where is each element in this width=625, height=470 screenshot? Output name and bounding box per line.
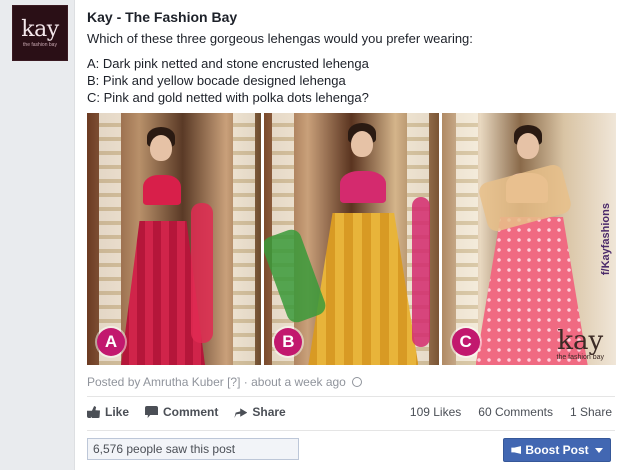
posted-by[interactable]: Posted by Amrutha Kuber <box>87 375 224 389</box>
facebook-handle-watermark: f/Kayfashions <box>599 203 612 276</box>
megaphone-icon <box>511 446 522 454</box>
post-question: Which of these three gorgeous lehengas w… <box>87 31 473 46</box>
post-card: Kay - The Fashion Bay Which of these thr… <box>74 0 625 470</box>
option-c: C: Pink and gold netted with polka dots … <box>87 90 369 105</box>
watermark-tagline: the fashion bay <box>556 354 604 361</box>
page-avatar[interactable]: kay the fashion bay <box>12 5 68 61</box>
help-link[interactable]: [?] <box>227 375 240 389</box>
like-button[interactable]: Like <box>87 405 129 419</box>
watermark-logo: kay <box>557 326 604 356</box>
divider <box>87 430 615 431</box>
comment-icon <box>145 406 159 418</box>
avatar-logo: kay <box>21 16 59 42</box>
photo-a[interactable]: A <box>87 113 262 365</box>
badge-c: C <box>451 328 480 356</box>
boost-post-button[interactable]: Boost Post <box>503 438 611 462</box>
likes-count[interactable]: 109 Likes <box>410 405 461 419</box>
option-a: A: Dark pink netted and stone encrusted … <box>87 56 369 71</box>
divider <box>87 396 615 397</box>
photo-b[interactable]: B <box>264 113 439 365</box>
photo-collage: A B C f/Kayfashions kay the fashion bay <box>87 113 616 365</box>
comment-label: Comment <box>163 405 219 419</box>
thumbs-up-icon <box>87 406 100 418</box>
post-meta: Posted by Amrutha Kuber [?] · about a we… <box>87 375 363 389</box>
like-label: Like <box>105 405 130 419</box>
post-time[interactable]: · about a week ago <box>244 375 346 389</box>
brand-watermark: kay the fashion bay <box>557 328 604 361</box>
engagement-stats: 109 Likes 60 Comments 1 Share <box>410 405 612 419</box>
post-reach[interactable]: 6,576 people saw this post <box>87 438 299 460</box>
globe-icon[interactable] <box>352 377 363 387</box>
photo-c[interactable]: C f/Kayfashions kay the fashion bay <box>441 113 616 365</box>
post-options: A: Dark pink netted and stone encrusted … <box>87 55 369 106</box>
chevron-down-icon <box>594 447 603 453</box>
shares-count[interactable]: 1 Share <box>570 405 612 419</box>
boost-label: Boost Post <box>525 443 589 457</box>
share-label: Share <box>252 405 286 419</box>
share-arrow-icon <box>234 408 248 418</box>
badge-a: A <box>97 328 125 356</box>
comment-button[interactable]: Comment <box>145 405 218 419</box>
comments-count[interactable]: 60 Comments <box>478 405 553 419</box>
option-b: B: Pink and yellow bocade designed lehen… <box>87 73 346 88</box>
action-bar: Like Comment Share <box>87 405 286 419</box>
share-button[interactable]: Share <box>234 405 286 419</box>
page-name-link[interactable]: Kay - The Fashion Bay <box>87 9 237 25</box>
avatar-tagline: the fashion bay <box>23 41 57 48</box>
